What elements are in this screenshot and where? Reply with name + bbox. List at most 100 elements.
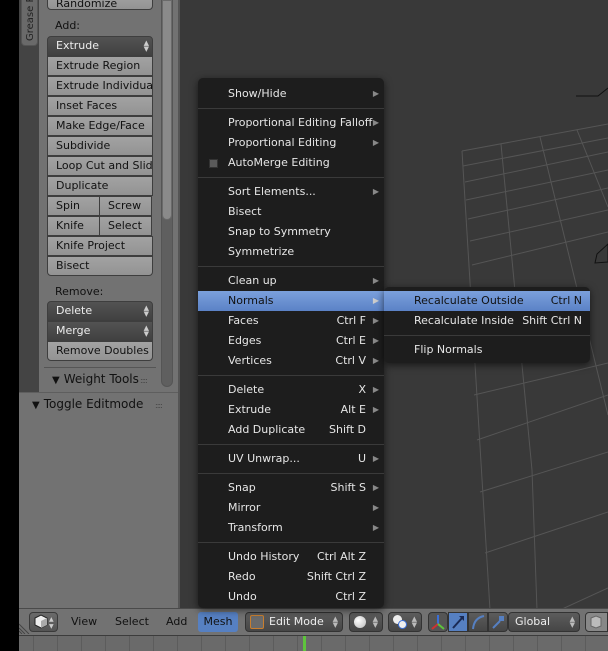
solid-shading-icon — [354, 616, 366, 628]
menu-add[interactable]: Add — [166, 612, 187, 632]
menu-view[interactable]: View — [71, 612, 97, 632]
timeline-tick — [177, 636, 178, 651]
extrude-region-button[interactable]: Extrude Region — [47, 56, 153, 76]
knife-project-button[interactable]: Knife Project — [47, 236, 153, 256]
randomize-button[interactable]: Randomize — [47, 0, 153, 10]
menu-item-recalculate-outside[interactable]: Recalculate Outside Ctrl N — [384, 291, 590, 311]
menu-select[interactable]: Select — [115, 612, 149, 632]
spin-button[interactable]: Spin — [47, 196, 100, 216]
menu-item-sort-elements[interactable]: Sort Elements... ▶ — [198, 182, 384, 202]
bisect-button[interactable]: Bisect — [47, 256, 153, 276]
tab-grease-pencil[interactable]: Grease P — [21, 0, 38, 46]
submenu-arrow-icon: ▶ — [372, 356, 379, 365]
knife-select-button[interactable]: Select — [99, 216, 152, 236]
submenu-arrow-icon: ▶ — [372, 89, 379, 98]
menu-item-label: Extrude — [228, 403, 272, 416]
updown-arrows-icon: ▲ ▼ — [411, 615, 417, 629]
menu-item-snap-to-symmetry[interactable]: Snap to Symmetry — [198, 222, 384, 242]
menu-separator — [198, 177, 384, 178]
menu-item-recalculate-inside[interactable]: Recalculate Inside Shift Ctrl N — [384, 311, 590, 331]
menu-item-snap[interactable]: Snap Shift S ▶ — [198, 478, 384, 498]
menu-item-proportional-editing[interactable]: Proportional Editing ▶ — [198, 133, 384, 153]
pivot-point-selector[interactable]: ▲ ▼ — [388, 612, 422, 632]
toolshelf-scrollbar-thumb[interactable] — [162, 0, 172, 220]
checkbox-icon[interactable] — [209, 159, 218, 168]
timeline-tick — [225, 636, 226, 651]
inset-faces-button[interactable]: Inset Faces — [47, 96, 153, 116]
menu-item-label: Faces — [228, 314, 259, 327]
remove-doubles-button[interactable]: Remove Doubles — [47, 341, 153, 361]
menu-item-undo-history[interactable]: Undo History Ctrl Alt Z — [198, 547, 384, 567]
timeline-tick — [129, 636, 130, 651]
menu-separator — [198, 542, 384, 543]
menu-item-symmetrize[interactable]: Symmetrize — [198, 242, 384, 262]
timeline-tick — [561, 636, 562, 651]
manipulator-toggle[interactable] — [428, 612, 448, 632]
rotate-manipulator-button[interactable] — [468, 612, 488, 632]
scale-manipulator-button[interactable] — [488, 612, 508, 632]
transform-manipulator-icon — [431, 615, 445, 630]
menu-item-bisect[interactable]: Bisect — [198, 202, 384, 222]
menu-item-delete[interactable]: Delete X ▶ — [198, 380, 384, 400]
menu-item-uv-unwrap[interactable]: UV Unwrap... U ▶ — [198, 449, 384, 469]
make-edge-face-button[interactable]: Make Edge/Face — [47, 116, 153, 136]
menu-mesh[interactable]: Mesh — [198, 612, 238, 632]
panel-drag-grip-icon[interactable]: :::: — [140, 376, 148, 385]
menu-item-shortcut: Ctrl N — [550, 294, 582, 307]
viewport-shading-selector[interactable]: ▲ ▼ — [349, 612, 383, 632]
timeline-strip[interactable] — [19, 635, 608, 651]
submenu-arrow-icon: ▶ — [372, 454, 379, 463]
translate-manipulator-button[interactable] — [448, 612, 468, 632]
delete-dropdown[interactable]: Delete ▲ ▼ — [47, 301, 153, 321]
menu-item-extrude[interactable]: Extrude Alt E ▶ — [198, 400, 384, 420]
menu-item-clean-up[interactable]: Clean up ▶ — [198, 271, 384, 291]
edit-mode-icon — [250, 615, 264, 629]
mode-selector[interactable]: Edit Mode ▲ ▼ — [245, 612, 343, 632]
submenu-arrow-icon: ▶ — [372, 118, 379, 127]
timeline-tick — [273, 636, 274, 651]
menu-item-show-hide[interactable]: Show/Hide ▶ — [198, 84, 384, 104]
menu-item-label: Recalculate Inside — [414, 314, 514, 327]
timeline-tick — [81, 636, 82, 651]
menu-item-add-duplicate[interactable]: Add Duplicate Shift D — [198, 420, 384, 440]
menu-item-flip-normals[interactable]: Flip Normals — [384, 340, 590, 360]
menu-item-label: Edges — [228, 334, 262, 347]
menu-item-shortcut: U — [357, 452, 366, 465]
menu-item-undo[interactable]: Undo Ctrl Z — [198, 587, 384, 607]
menu-item-mirror[interactable]: Mirror ▶ — [198, 498, 384, 518]
duplicate-button[interactable]: Duplicate — [47, 176, 153, 196]
menu-item-proportional-editing-falloff[interactable]: Proportional Editing Falloff ▶ — [198, 113, 384, 133]
toggle-editmode-panel-header[interactable]: ▼ Toggle Editmode — [32, 397, 143, 411]
menu-separator — [198, 108, 384, 109]
svg-text:▲: ▲ — [49, 616, 54, 623]
menu-item-shortcut: Ctrl Z — [335, 590, 366, 603]
menu-item-faces[interactable]: Faces Ctrl F ▶ — [198, 311, 384, 331]
knife-button[interactable]: Knife — [47, 216, 100, 236]
menu-item-label: Flip Normals — [414, 343, 483, 356]
layers-button[interactable] — [585, 612, 608, 632]
menu-item-redo[interactable]: Redo Shift Ctrl Z — [198, 567, 384, 587]
extrude-individual-button[interactable]: Extrude Individual — [47, 76, 153, 96]
loop-cut-slide-button[interactable]: Loop Cut and Slide — [47, 156, 153, 176]
weight-tools-panel-header[interactable]: ▼ Weight Tools — [52, 372, 139, 386]
subdivide-button[interactable]: Subdivide — [47, 136, 153, 156]
menu-item-edges[interactable]: Edges Ctrl E ▶ — [198, 331, 384, 351]
menu-item-label: Clean up — [228, 274, 277, 287]
extrude-dropdown[interactable]: Extrude ▲ ▼ — [47, 36, 153, 56]
timeline-tick — [345, 636, 346, 651]
menu-item-vertices[interactable]: Vertices Ctrl V ▶ — [198, 351, 384, 371]
menu-item-label: Show/Hide — [228, 87, 287, 100]
menu-item-automerge-editing[interactable]: AutoMerge Editing — [198, 153, 384, 173]
current-frame-cursor[interactable] — [303, 636, 306, 651]
panel-drag-grip-icon[interactable]: :::: — [155, 401, 163, 410]
merge-dropdown[interactable]: Merge ▲ ▼ — [47, 321, 153, 341]
timeline-tick — [249, 636, 250, 651]
updown-arrows-icon: ▲ ▼ — [569, 615, 575, 629]
screw-button[interactable]: Screw — [99, 196, 152, 216]
transform-orientation-selector[interactable]: Global ▲ ▼ — [508, 612, 580, 632]
menu-item-label: Redo — [228, 570, 256, 583]
menu-item-normals[interactable]: Normals ▶ — [198, 291, 384, 311]
submenu-arrow-icon: ▶ — [372, 523, 379, 532]
menu-item-transform[interactable]: Transform ▶ — [198, 518, 384, 538]
editor-type-selector[interactable]: ▲ ▼ — [29, 612, 58, 632]
